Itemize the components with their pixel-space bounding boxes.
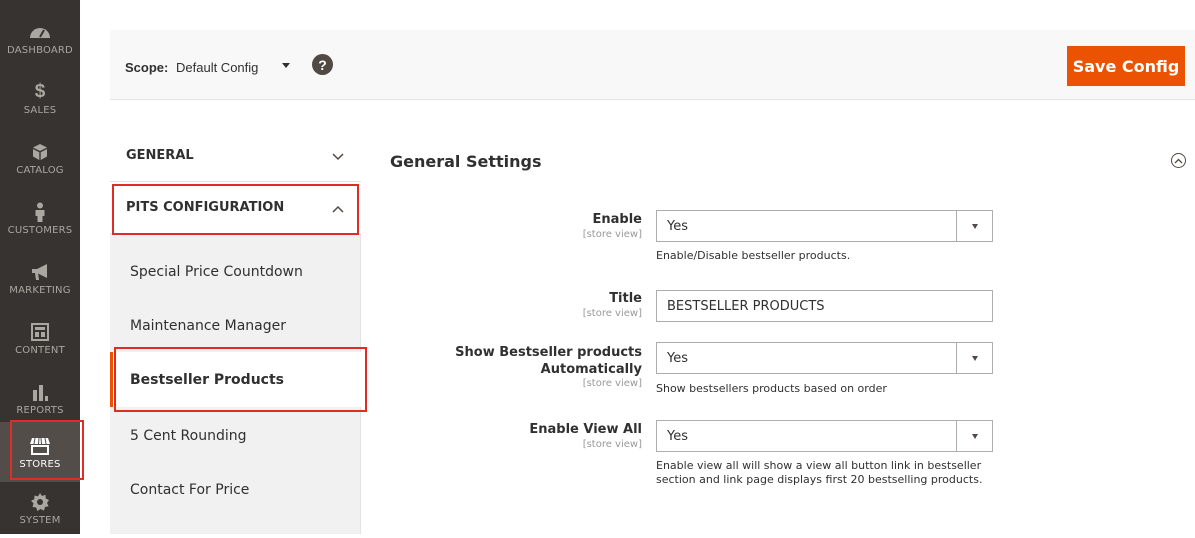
save-config-button[interactable]: Save Config: [1067, 46, 1185, 86]
nav-sales[interactable]: $ SALES: [0, 68, 80, 128]
nav-label: CATALOG: [16, 164, 64, 176]
gear-icon: [31, 491, 49, 513]
select-value: Yes: [667, 350, 688, 366]
nav-label: SALES: [23, 104, 57, 116]
nav-dashboard[interactable]: DASHBOARD: [0, 8, 80, 68]
show-bestseller-automatically-select[interactable]: Yes: [656, 342, 993, 374]
field-scope: [store view]: [582, 378, 642, 389]
field-label-enable-view-all: Enable View All: [529, 422, 642, 437]
scope-header: Scope: Default Config ? Save Config: [110, 30, 1195, 100]
nav-customers[interactable]: CUSTOMERS: [0, 188, 80, 248]
bar-chart-icon: [32, 381, 48, 403]
megaphone-icon: [30, 261, 50, 283]
nav-label: STORES: [19, 458, 61, 470]
select-value: Yes: [667, 428, 688, 444]
nav-label: CUSTOMERS: [7, 224, 73, 236]
field-note: Show bestsellers products based on order: [656, 382, 887, 395]
field-note: Enable view all will show a view all but…: [656, 459, 982, 472]
select-value: Yes: [667, 218, 688, 234]
scope-label: Scope:: [125, 60, 169, 75]
collapse-icon[interactable]: [1171, 153, 1186, 168]
field-note: section and link page displays first 20 …: [656, 473, 983, 486]
chevron-down-icon: [956, 421, 992, 451]
tab-contact-for-price[interactable]: Contact For Price: [110, 462, 361, 517]
bestseller-products-highlight-box: [114, 347, 367, 412]
nav-label: MARKETING: [9, 284, 71, 296]
nav-reports[interactable]: REPORTS: [0, 368, 80, 428]
field-label-automatically: Automatically: [540, 362, 642, 377]
help-icon[interactable]: ?: [312, 54, 333, 75]
field-label-enable: Enable: [592, 212, 643, 227]
nav-content[interactable]: CONTENT: [0, 308, 80, 368]
chevron-down-icon[interactable]: [282, 63, 290, 68]
nav-label: DASHBOARD: [7, 44, 73, 56]
chevron-down-icon: [332, 150, 344, 165]
enable-view-all-select[interactable]: Yes: [656, 420, 993, 452]
admin-sidebar: DASHBOARD $ SALES CATALOG CUSTOMERS MARK…: [0, 0, 80, 534]
store-icon: [29, 435, 51, 457]
tab-maintenance-manager[interactable]: Maintenance Manager: [110, 298, 361, 353]
field-label-show-bestseller: Show Bestseller products: [455, 345, 642, 360]
person-icon: [34, 201, 46, 223]
nav-marketing[interactable]: MARKETING: [0, 248, 80, 308]
nav-label: SYSTEM: [19, 514, 61, 526]
tab-5-cent-rounding[interactable]: 5 Cent Rounding: [110, 408, 361, 463]
field-scope: [store view]: [582, 439, 642, 450]
chevron-down-icon: [956, 343, 992, 373]
box-icon: [32, 141, 48, 163]
nav-stores[interactable]: STORES: [0, 422, 80, 482]
section-title[interactable]: General Settings: [390, 152, 542, 171]
layout-icon: [31, 321, 49, 343]
nav-label: CONTENT: [15, 344, 65, 356]
dollar-icon: $: [34, 80, 46, 102]
field-scope: [store view]: [582, 229, 642, 240]
title-input[interactable]: [656, 290, 993, 322]
nav-system[interactable]: SYSTEM: [0, 478, 80, 538]
nav-catalog[interactable]: CATALOG: [0, 128, 80, 188]
field-scope: [store view]: [582, 308, 642, 319]
field-note: Enable/Disable bestseller products.: [656, 249, 851, 262]
tab-group-label: GENERAL: [126, 148, 194, 163]
field-label-title: Title: [609, 291, 642, 306]
dashboard-icon: [29, 21, 51, 43]
nav-label: REPORTS: [16, 404, 64, 416]
pits-configuration-highlight-box: [112, 184, 359, 235]
enable-select[interactable]: Yes: [656, 210, 993, 242]
tab-special-price-countdown[interactable]: Special Price Countdown: [110, 244, 361, 299]
chevron-down-icon: [956, 211, 992, 241]
tab-group-general[interactable]: GENERAL: [110, 130, 361, 182]
scope-switcher[interactable]: Default Config: [176, 60, 258, 75]
